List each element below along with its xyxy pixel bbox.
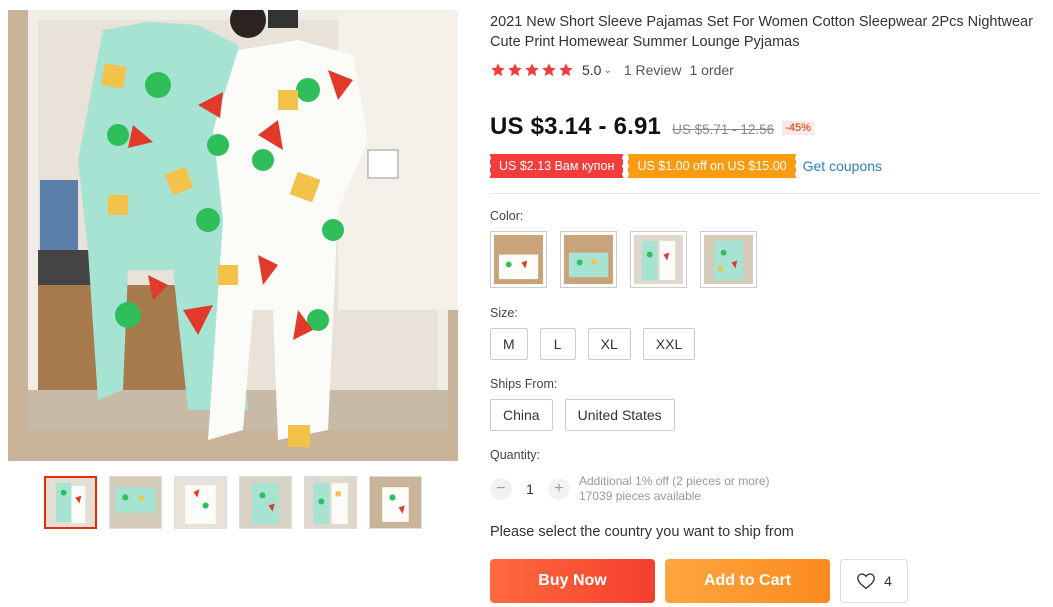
rating-value[interactable]: 5.0 [582,62,601,78]
size-option-xl[interactable]: XL [587,328,631,360]
wishlist-count: 4 [884,573,892,589]
review-count-link[interactable]: 1 Review [624,62,682,78]
get-coupons-link[interactable]: Get coupons [803,158,882,174]
add-to-cart-button[interactable]: Add to Cart [665,559,830,603]
size-option-m[interactable]: M [490,328,528,360]
discount-badge: -45% [782,121,814,135]
quantity-stepper: − 1 + Additional 1% off (2 pieces or mor… [490,474,770,504]
thumbnail-3[interactable] [174,476,227,529]
chevron-down-icon[interactable]: ⌄ [603,65,611,76]
coupon-row: US $2.13 Вам купон US $1.00 off on US $1… [488,154,882,178]
color-label: Color: [490,209,524,223]
star-icon [542,63,556,77]
bulk-discount-note: Additional 1% off (2 pieces or more) [579,474,770,488]
current-price: US $3.14 - 6.91 [490,113,662,140]
color-option-2[interactable] [560,231,617,288]
color-options [490,231,757,288]
ship-option-china[interactable]: China [490,399,553,431]
color-option-4[interactable] [700,231,757,288]
thumbnail-4[interactable] [239,476,292,529]
color-option-3[interactable] [630,231,687,288]
order-count: 1 order [689,62,734,78]
thumbnail-2[interactable] [109,476,162,529]
star-icon [508,63,522,77]
quantity-decrease-button[interactable]: − [490,478,512,500]
price-row: US $3.14 - 6.91 US $5.71 - 12.56 -45% [490,113,814,141]
ships-from-options: China United States [490,399,675,431]
ships-from-label: Ships From: [490,377,558,391]
color-option-1[interactable] [490,231,547,288]
coupon-badge-2[interactable]: US $1.00 off on US $15.00 [627,154,796,178]
quantity-info: Additional 1% off (2 pieces or more) 170… [579,474,770,504]
thumbnail-6[interactable] [369,476,422,529]
thumbnail-strip [44,476,422,529]
main-product-image[interactable] [8,10,458,461]
divider [490,193,1040,194]
thumbnail-5[interactable] [304,476,357,529]
product-title: 2021 New Short Sleeve Pajamas Set For Wo… [490,14,1033,50]
wishlist-button[interactable]: 4 [840,559,908,603]
rating-row: 5.0 ⌄ 1 Review 1 order [490,61,734,79]
ship-option-united-states[interactable]: United States [564,399,675,431]
size-option-l[interactable]: L [539,328,576,360]
quantity-value[interactable]: 1 [512,481,548,497]
quantity-label: Quantity: [490,448,541,462]
size-options: M L XL XXL [490,328,696,360]
star-icon [491,63,505,77]
thumbnail-1[interactable] [44,476,97,529]
coupon-badge-1[interactable]: US $2.13 Вам купон [488,154,624,178]
ship-country-note: Please select the country you want to sh… [490,524,794,540]
original-price: US $5.71 - 12.56 [672,122,775,137]
star-icon [559,63,573,77]
star-rating [490,62,574,78]
quantity-increase-button[interactable]: + [548,478,570,500]
heart-icon [857,573,875,590]
size-option-xxl[interactable]: XXL [642,328,696,360]
size-label: Size: [490,306,518,320]
pajama-photo-illustration [8,10,458,461]
star-icon [525,63,539,77]
stock-available: 17039 pieces available [579,489,702,503]
buy-now-button[interactable]: Buy Now [490,559,655,603]
